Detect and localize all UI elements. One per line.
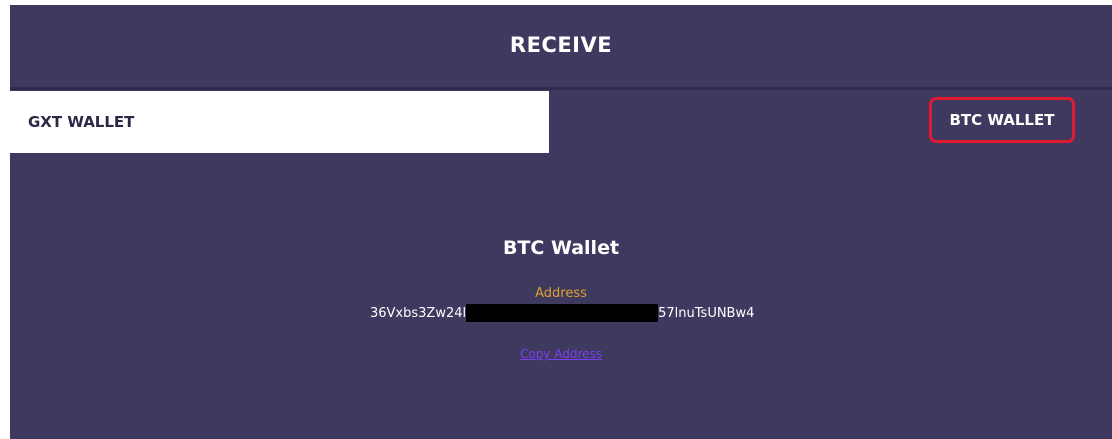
receive-panel: RECEIVE GXT WALLET BTC WALLET BTC Wallet… — [10, 5, 1112, 439]
wallet-address: 36Vxbs3Zw24l 57lnuTsUNBw4 — [370, 303, 754, 323]
tab-btc-wallet[interactable]: BTC WALLET — [929, 97, 1075, 143]
tab-gxt-wallet[interactable]: GXT WALLET — [10, 91, 549, 153]
address-label: Address — [535, 286, 587, 301]
address-prefix: 36Vxbs3Zw24l — [370, 305, 467, 321]
tab-btc-wallet-label: BTC WALLET — [949, 111, 1055, 129]
wallet-heading: BTC Wallet — [502, 237, 620, 259]
tab-gxt-wallet-label: GXT WALLET — [28, 113, 135, 131]
header: RECEIVE — [10, 5, 1112, 85]
copy-address-link[interactable]: Copy Address — [10, 347, 1112, 361]
header-divider — [10, 87, 1112, 90]
address-suffix: 57lnuTsUNBw4 — [658, 305, 755, 321]
address-redaction — [466, 304, 659, 322]
page-title: RECEIVE — [509, 33, 613, 57]
